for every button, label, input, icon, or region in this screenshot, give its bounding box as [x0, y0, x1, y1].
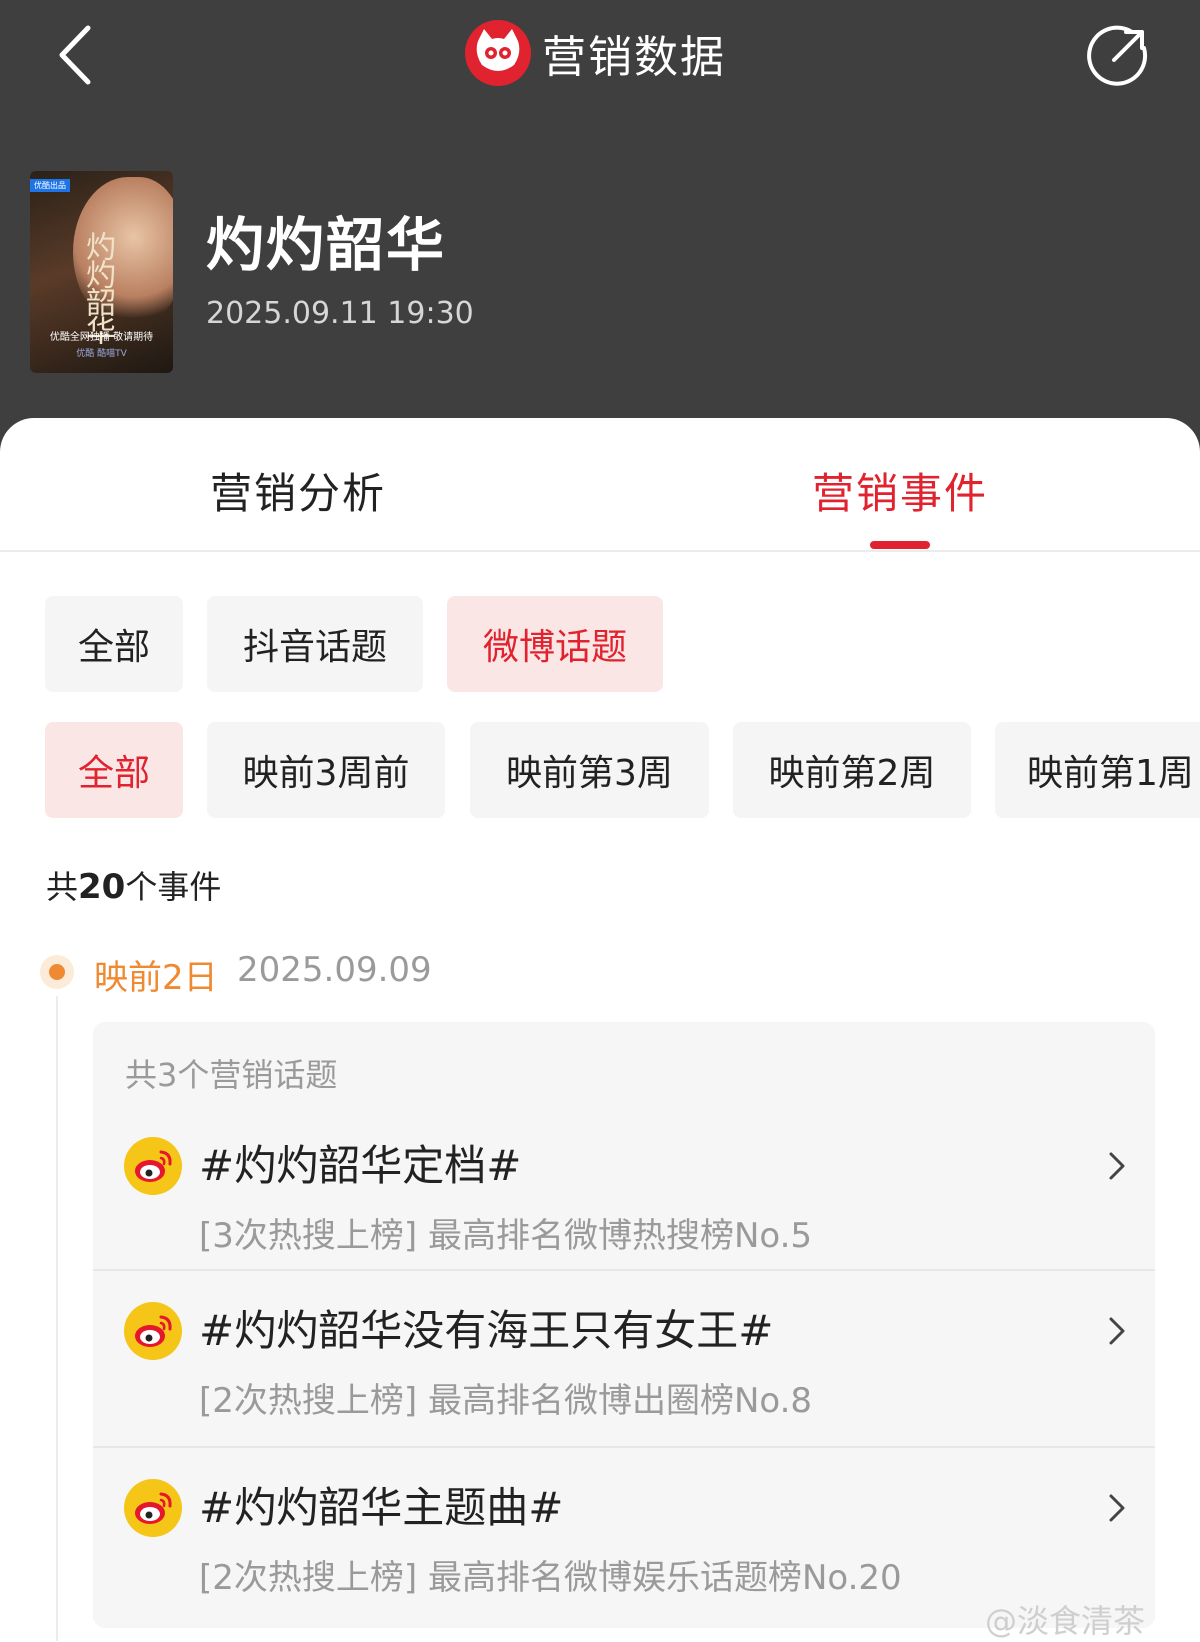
page-title: 营销数据 [542, 32, 726, 83]
filter-platform-weibo[interactable]: 微博话题 [447, 596, 663, 692]
weibo-icon [124, 1302, 182, 1360]
poster-title: 灼灼韶华 [80, 231, 115, 343]
event-count-prefix: 共 [46, 868, 79, 906]
event-description: [2次热搜上榜] 最高排名微博出圈榜No.8 [199, 1381, 813, 1421]
timeline-line [56, 996, 58, 1641]
weibo-icon [124, 1137, 182, 1195]
filter-period-3weeks-before[interactable]: 映前3周前 [207, 722, 445, 818]
filter-platform-douyin[interactable]: 抖音话题 [207, 596, 423, 692]
event-group-subheader: 共3个营销话题 [125, 1056, 338, 1094]
show-title: 灼灼韶华 [206, 211, 447, 279]
header-title-group: 营销数据 [464, 18, 726, 88]
poster-tag: 优酷出品 [30, 179, 70, 192]
poster-footer-platforms: 优酷 酷喵TV [76, 349, 127, 359]
header: 营销数据 优酷出品 灼灼韶华 优酷全网独播 敬请期待 优酷 酷喵TV 灼灼韶华 … [0, 0, 1200, 460]
chevron-right-icon [1109, 1317, 1125, 1345]
show-datetime: 2025.09.11 19:30 [206, 296, 474, 331]
filter-platform-all[interactable]: 全部 [45, 596, 183, 692]
show-poster[interactable]: 优酷出品 灼灼韶华 优酷全网独播 敬请期待 优酷 酷喵TV [30, 171, 173, 373]
tab-marketing-events[interactable]: 营销事件 [812, 460, 988, 521]
event-description: [2次热搜上榜] 最高排名微博娱乐话题榜No.20 [199, 1558, 902, 1598]
weibo-icon [124, 1479, 182, 1537]
event-title: #灼灼韶华定档# [199, 1141, 522, 1190]
event-title: #灼灼韶华主题曲# [199, 1483, 564, 1532]
poster-footer: 优酷全网独播 敬请期待 [49, 332, 154, 343]
event-item[interactable]: #灼灼韶华没有海王只有女王# [2次热搜上榜] 最高排名微博出圈榜No.8 [93, 1269, 1155, 1447]
event-count: 共20个事件 [46, 862, 221, 908]
cat-eye-logo-icon [465, 20, 531, 86]
event-count-number: 20 [78, 867, 126, 907]
timeline-dot [49, 964, 65, 980]
filter-period-week2[interactable]: 映前第2周 [733, 722, 971, 818]
share-icon[interactable] [1086, 22, 1152, 88]
timeline-date: 2025.09.09 [237, 950, 432, 990]
filter-period-week1[interactable]: 映前第1周 [995, 722, 1200, 818]
chevron-right-icon [1109, 1152, 1125, 1180]
tab-marketing-analysis[interactable]: 营销分析 [210, 460, 386, 521]
watermark: @淡食清茶 [985, 1602, 1146, 1640]
event-count-suffix: 个事件 [125, 868, 222, 906]
active-tab-indicator [870, 541, 930, 549]
filter-period-week3[interactable]: 映前第3周 [470, 722, 709, 818]
event-title: #灼灼韶华没有海王只有女王# [199, 1306, 774, 1355]
tab-bar: 营销分析 营销事件 [0, 418, 1200, 552]
timeline-label: 映前2日 [94, 958, 218, 998]
event-group: 共3个营销话题 #灼灼韶华定档# [3次热搜上榜] 最高排名微博热搜榜No.5 … [93, 1022, 1155, 1628]
chevron-right-icon [1109, 1494, 1125, 1522]
filter-period-all[interactable]: 全部 [45, 722, 183, 818]
chevron-left-icon[interactable] [50, 20, 110, 90]
event-description: [3次热搜上榜] 最高排名微博热搜榜No.5 [199, 1216, 813, 1256]
